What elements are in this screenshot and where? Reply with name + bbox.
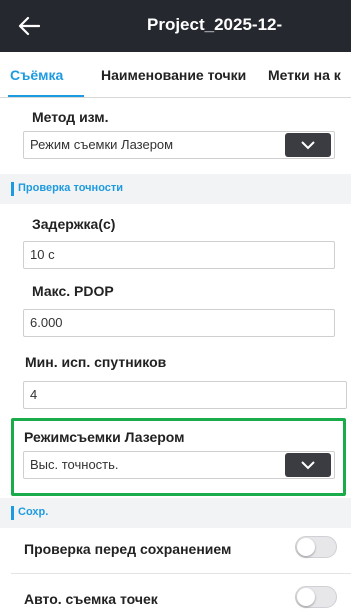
tab-labels[interactable]: Метки на к	[268, 67, 341, 83]
active-tab-indicator	[8, 95, 84, 97]
auto-survey-label: Авто. съемка точек	[24, 591, 158, 607]
laser-mode-value: Выс. точность.	[30, 457, 119, 472]
chevron-down-icon	[301, 461, 315, 470]
pdop-input[interactable]: 6.000	[23, 309, 335, 337]
top-bar: Project_2025-12-	[0, 0, 351, 52]
toggle-knob	[297, 538, 315, 556]
section-accent-bar	[11, 182, 14, 196]
method-value: Режим съемки Лазером	[30, 137, 174, 152]
pdop-value: 6.000	[30, 315, 63, 330]
delay-input[interactable]: 10 с	[23, 241, 335, 269]
pdop-label: Макс. PDOP	[32, 283, 114, 299]
save-section-header: Сохр.	[0, 498, 351, 528]
section-title: Сохр.	[18, 506, 49, 518]
tab-survey[interactable]: Съёмка	[10, 67, 63, 83]
method-label: Метод изм.	[32, 109, 109, 125]
arrow-left-icon[interactable]	[18, 16, 40, 36]
chevron-down-icon	[301, 141, 315, 150]
satellites-input[interactable]: 4	[23, 381, 347, 409]
accuracy-section-header: Проверка точности	[0, 174, 351, 204]
laser-mode-label: Режимсъемки Лазером	[24, 429, 185, 445]
delay-value: 10 с	[30, 247, 55, 262]
laser-mode-dropdown-button[interactable]	[285, 453, 331, 477]
auto-survey-toggle[interactable]	[295, 586, 337, 608]
satellites-label: Мин. исп. спутников	[25, 354, 167, 370]
tab-bar: Съёмка Наименование точки Метки на к	[0, 52, 351, 98]
section-title: Проверка точности	[18, 182, 124, 194]
check-before-save-label: Проверка перед сохранением	[24, 541, 232, 557]
satellites-value: 4	[30, 387, 38, 402]
row-divider	[11, 573, 351, 574]
tab-point-name[interactable]: Наименование точки	[101, 67, 246, 83]
check-before-save-toggle[interactable]	[295, 536, 337, 558]
page-title: Project_2025-12-	[147, 15, 283, 34]
toggle-knob	[297, 588, 315, 606]
delay-label: Задержка(с)	[32, 216, 116, 232]
section-accent-bar	[11, 506, 14, 520]
method-dropdown-button[interactable]	[285, 133, 331, 157]
